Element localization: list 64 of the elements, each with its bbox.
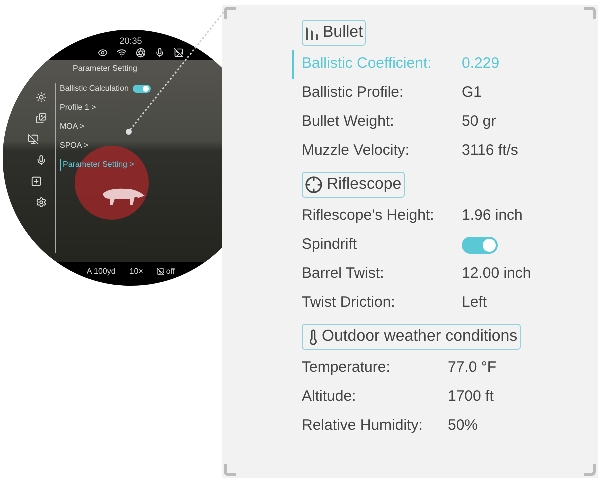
section-title: Bullet (323, 23, 364, 43)
setting-label: Twist Driction: (302, 293, 396, 314)
corner-bracket (584, 7, 596, 19)
microphone-icon (155, 48, 165, 58)
settings-icon[interactable] (36, 197, 47, 208)
recording-status: off (166, 266, 176, 278)
image-off-icon (174, 48, 184, 58)
microphone-icon[interactable] (36, 155, 47, 166)
setting-label: Muzzle Velocity: (302, 141, 411, 162)
menu-title: Parameter Setting (73, 63, 138, 75)
range-reading: A 100yd (86, 266, 116, 278)
setting-value: 77.0 °F (448, 358, 497, 378)
setting-value: 1.96 inch (462, 206, 523, 226)
setting-row[interactable]: Temperature: 77.0 °F (292, 354, 598, 383)
corner-bracket (584, 464, 596, 476)
setting-value: 12.00 inch (462, 264, 532, 284)
setting-row[interactable]: Relative Humidity: 50% (292, 412, 598, 441)
setting-value: 1700 ft (448, 387, 494, 408)
setting-row[interactable]: Riflescope’s Height: 1.96 inch (292, 202, 598, 231)
setting-row[interactable]: Twist Driction: Left (292, 289, 598, 318)
setting-label: Riflescope’s Height: (302, 206, 436, 226)
setting-label: Relative Humidity: (302, 416, 424, 436)
corner-bracket (224, 464, 236, 476)
setting-row[interactable]: Bullet Weight: 50 gr (292, 108, 598, 137)
setting-label: Ballistic Coefficient: (302, 54, 433, 74)
setting-value: G1 (462, 83, 482, 104)
setting-value: 3116 ft/s (462, 141, 518, 162)
setting-value: 50 gr (462, 112, 496, 132)
setting-row[interactable]: Altitude: 1700 ft (292, 383, 598, 412)
boar-drawing (101, 186, 147, 206)
crosshair-icon (305, 176, 323, 194)
square-plus-icon[interactable] (31, 176, 42, 187)
setting-row[interactable]: Barrel Twist: 12.00 inch (292, 260, 598, 289)
setting-value: 50% (448, 416, 478, 436)
eye-icon (98, 48, 108, 58)
setting-label: Bullet Weight: (302, 112, 396, 132)
section-title: Riflescope (327, 175, 402, 195)
corner-bracket (224, 7, 236, 19)
wifi-icon (117, 48, 127, 58)
images-icon[interactable] (36, 113, 47, 124)
setting-value: Left (462, 293, 488, 314)
toggle-switch[interactable] (132, 85, 151, 93)
clock-time: 20:35 (120, 37, 142, 46)
bullet-icon (305, 25, 319, 41)
setting-value: 0.229 (462, 54, 500, 74)
menu-item[interactable]: SPOA > (60, 140, 151, 152)
sun-icon[interactable] (36, 92, 47, 103)
setting-label: Barrel Twist: (302, 264, 386, 284)
menu-item[interactable]: MOA > (60, 121, 151, 133)
zoom-reading: 10× (130, 266, 144, 278)
setting-row[interactable]: Spindrift (292, 231, 598, 260)
image-off-icon (157, 268, 166, 276)
toggle-switch[interactable] (462, 237, 498, 254)
menu-item[interactable]: Ballistic Calculation (60, 83, 151, 95)
setting-label: Spindrift (302, 235, 358, 256)
setting-label: Temperature: (302, 358, 392, 378)
menu-item[interactable]: Profile 1 > (60, 102, 151, 114)
section-title: Outdoor weather conditions (322, 327, 518, 347)
setting-row[interactable]: Muzzle Velocity: 3116 ft/s (292, 137, 598, 166)
monitor-off-icon[interactable] (28, 134, 39, 145)
setting-label: Altitude: (302, 387, 358, 408)
setting-row[interactable]: Ballistic Profile: G1 (292, 79, 598, 108)
aperture-icon (136, 48, 146, 58)
setting-label: Ballistic Profile: (302, 83, 405, 104)
